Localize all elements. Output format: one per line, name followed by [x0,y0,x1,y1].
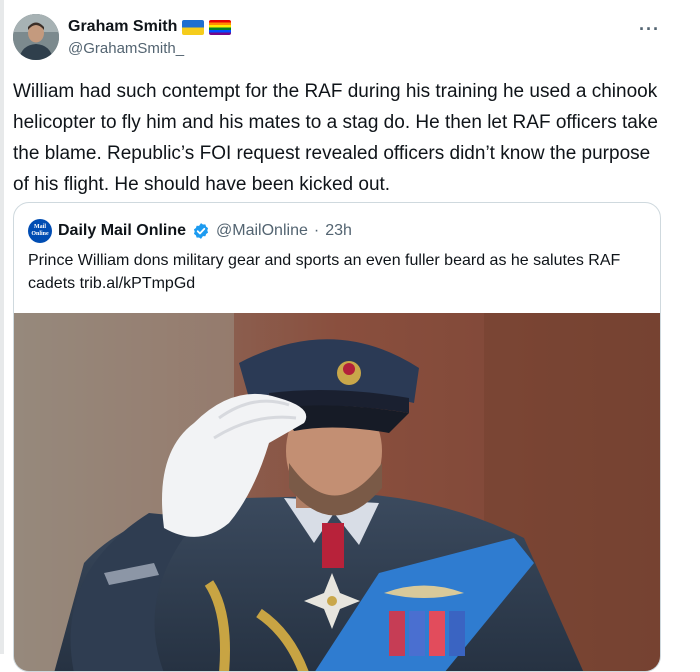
quoted-author-handle[interactable]: @MailOnline [216,222,308,240]
left-edge-divider [0,0,4,654]
quoted-timestamp[interactable]: 23h [325,222,352,240]
tweet-text: William had such contempt for the RAF du… [13,81,658,195]
verified-badge-icon [192,222,210,240]
more-options-button[interactable]: ··· [639,19,660,40]
quoted-tweet-text: Prince William dons military gear and sp… [28,252,621,292]
avatar[interactable] [13,14,59,60]
dot-separator: · [313,222,320,239]
author-handle[interactable]: @GrahamSmith_ [68,39,231,59]
quoted-author-name[interactable]: Daily Mail Online [58,222,186,240]
daily-mail-logo[interactable]: Mail Online [28,219,52,243]
tweet-author: Graham Smith @GrahamSmith_ [68,17,232,59]
avatar-image [13,14,59,60]
saluting-officer-image [14,313,660,671]
quoted-tweet[interactable]: Mail Online Daily Mail Online @MailOnlin… [13,202,661,672]
quoted-tweet-header: Mail Online Daily Mail Online @MailOnlin… [28,219,352,243]
quoted-tweet-photo[interactable] [14,313,660,671]
rainbow-flag-icon [209,19,232,35]
ukraine-flag-icon [182,19,205,35]
author-name[interactable]: Graham Smith [68,17,177,37]
